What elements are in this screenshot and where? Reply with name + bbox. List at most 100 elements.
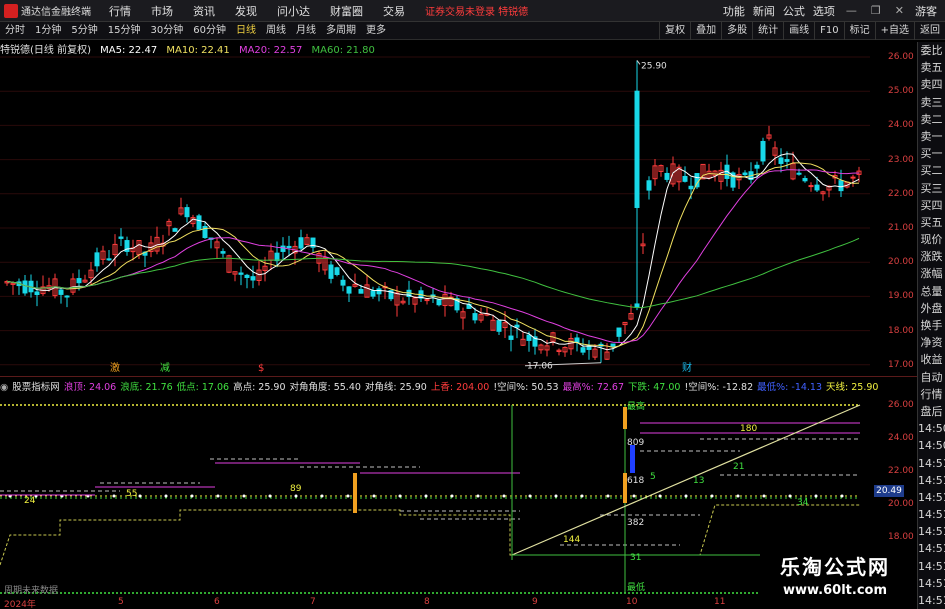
sidebar-item[interactable]: 委比 — [918, 42, 945, 59]
candle-body — [496, 320, 502, 332]
candle-body — [514, 324, 520, 328]
minimize-icon[interactable]: — — [846, 4, 857, 17]
sidebar-item[interactable]: 14:50 — [918, 420, 945, 437]
dot-marker — [294, 494, 298, 498]
menu-news[interactable]: 资讯 — [193, 3, 215, 19]
sidebar-item[interactable]: 14:51 — [918, 489, 945, 506]
dot-marker — [580, 494, 584, 498]
sidebar-item[interactable]: 14:51 — [918, 558, 945, 575]
sidebar-item[interactable]: 自动 — [918, 369, 945, 386]
sidebar-item[interactable]: 外盘 — [918, 300, 945, 317]
adjust-button[interactable]: 复权 — [659, 21, 690, 40]
menu-ask[interactable]: 问小达 — [277, 3, 310, 19]
price-tick-label: 25.00 — [888, 86, 914, 97]
sidebar-item[interactable]: 卖四 — [918, 76, 945, 93]
menu-newsflash[interactable]: 新闻 — [753, 3, 775, 19]
menu-trade[interactable]: 交易 — [383, 3, 405, 19]
candle-body — [472, 313, 478, 321]
period-intraday[interactable]: 分时 — [0, 22, 30, 40]
draw-button[interactable]: 画线 — [783, 21, 814, 40]
candle-body — [196, 215, 202, 230]
indicator-label: 89 — [290, 484, 302, 494]
dot-marker — [840, 494, 844, 498]
candle-body — [682, 175, 688, 182]
candle-body — [850, 176, 856, 179]
sidebar-item[interactable]: 行情 — [918, 386, 945, 403]
sidebar-item[interactable]: 盘后 — [918, 403, 945, 420]
back-button[interactable]: 返回 — [914, 21, 945, 40]
sidebar-item[interactable]: 14:51 — [918, 575, 945, 592]
candle-body — [184, 207, 190, 218]
sidebar-item[interactable]: 14:50 — [918, 437, 945, 454]
sidebar-item[interactable]: 买三 — [918, 180, 945, 197]
sidebar-item[interactable]: 买一 — [918, 145, 945, 162]
login-notice[interactable]: 证券交易未登录 特锐德 — [425, 3, 528, 18]
period-toolbar: 分时 1分钟 5分钟 15分钟 30分钟 60分钟 日线 周线 月线 多周期 更… — [0, 21, 945, 40]
candlestick-chart[interactable]: 25.90 17.06 激 减 $ 财 — [0, 55, 905, 375]
menu-formula[interactable]: 公式 — [783, 3, 805, 19]
candle-body — [106, 258, 112, 261]
candle-body — [508, 335, 514, 340]
indicator-name[interactable]: 股票指标网 — [12, 382, 60, 393]
sidebar-item[interactable]: 现价 — [918, 231, 945, 248]
sidebar-item[interactable]: 涨跌 — [918, 248, 945, 265]
sidebar-item[interactable]: 卖三 — [918, 94, 945, 111]
period-5min[interactable]: 5分钟 — [66, 22, 102, 40]
sidebar-item[interactable]: 卖二 — [918, 111, 945, 128]
sidebar-item[interactable]: 卖一 — [918, 128, 945, 145]
sidebar-item[interactable]: 14:51 — [918, 523, 945, 540]
stats-button[interactable]: 统计 — [752, 21, 783, 40]
watermark-title: 乐淘公式网 — [780, 555, 890, 579]
close-icon[interactable]: ✕ — [895, 4, 904, 17]
signal-bar — [353, 473, 357, 513]
candle-body — [244, 274, 250, 278]
period-monthly[interactable]: 月线 — [291, 22, 321, 40]
sidebar-item[interactable]: 买四 — [918, 197, 945, 214]
period-60min[interactable]: 60分钟 — [188, 22, 231, 40]
period-daily[interactable]: 日线 — [231, 22, 261, 40]
sidebar-item[interactable]: 净资 — [918, 334, 945, 351]
sidebar-item[interactable]: 涨幅 — [918, 265, 945, 282]
multi-stock-button[interactable]: 多股 — [721, 21, 752, 40]
sidebar-item[interactable]: 总量 — [918, 283, 945, 300]
add-watchlist-button[interactable]: +自选 — [874, 21, 914, 40]
menu-market[interactable]: 市场 — [151, 3, 173, 19]
menu-quotes[interactable]: 行情 — [109, 3, 131, 19]
candle-body — [634, 303, 640, 308]
f10-button[interactable]: F10 — [814, 21, 843, 40]
indicator-value: 高点: 25.90 — [233, 382, 286, 393]
indicator-gear-icon[interactable]: ◉ — [0, 382, 8, 393]
period-1min[interactable]: 1分钟 — [30, 22, 66, 40]
sidebar-item[interactable]: 换手 — [918, 317, 945, 334]
candle-body — [346, 286, 352, 294]
period-30min[interactable]: 30分钟 — [145, 22, 188, 40]
maximize-icon[interactable]: ❐ — [871, 4, 881, 17]
menu-options[interactable]: 选项 — [813, 3, 835, 19]
sidebar-item[interactable]: 买二 — [918, 162, 945, 179]
sidebar-item[interactable]: 14:51 — [918, 472, 945, 489]
period-weekly[interactable]: 周线 — [261, 22, 291, 40]
sidebar-item[interactable]: 卖五 — [918, 59, 945, 76]
mark-button[interactable]: 标记 — [843, 21, 875, 40]
sidebar-item[interactable]: 14:51 — [918, 506, 945, 523]
guest-button[interactable]: 游客 — [915, 3, 937, 19]
menu-function[interactable]: 功能 — [723, 3, 745, 19]
sidebar-item[interactable]: 14:51 — [918, 540, 945, 557]
indicator-value: !空间%: -12.82 — [684, 382, 754, 393]
menu-wealth[interactable]: 财富圈 — [330, 3, 363, 19]
candle-body — [688, 185, 694, 190]
sidebar-item[interactable]: 买五 — [918, 214, 945, 231]
indicator-label: 180 — [740, 424, 757, 434]
period-multi[interactable]: 多周期 — [321, 22, 361, 40]
price-tick-label: 23.00 — [888, 154, 914, 165]
dot-marker — [424, 494, 428, 498]
menu-discover[interactable]: 发现 — [235, 3, 257, 19]
candle-body — [58, 289, 64, 295]
overlay-button[interactable]: 叠加 — [690, 21, 721, 40]
period-more[interactable]: 更多 — [361, 22, 391, 40]
watermark: 乐淘公式网 www.60lt.com — [760, 552, 910, 607]
period-15min[interactable]: 15分钟 — [103, 22, 146, 40]
sidebar-item[interactable]: 14:51 — [918, 455, 945, 472]
sidebar-item[interactable]: 14:51 — [918, 592, 945, 609]
sidebar-item[interactable]: 收益 — [918, 351, 945, 368]
